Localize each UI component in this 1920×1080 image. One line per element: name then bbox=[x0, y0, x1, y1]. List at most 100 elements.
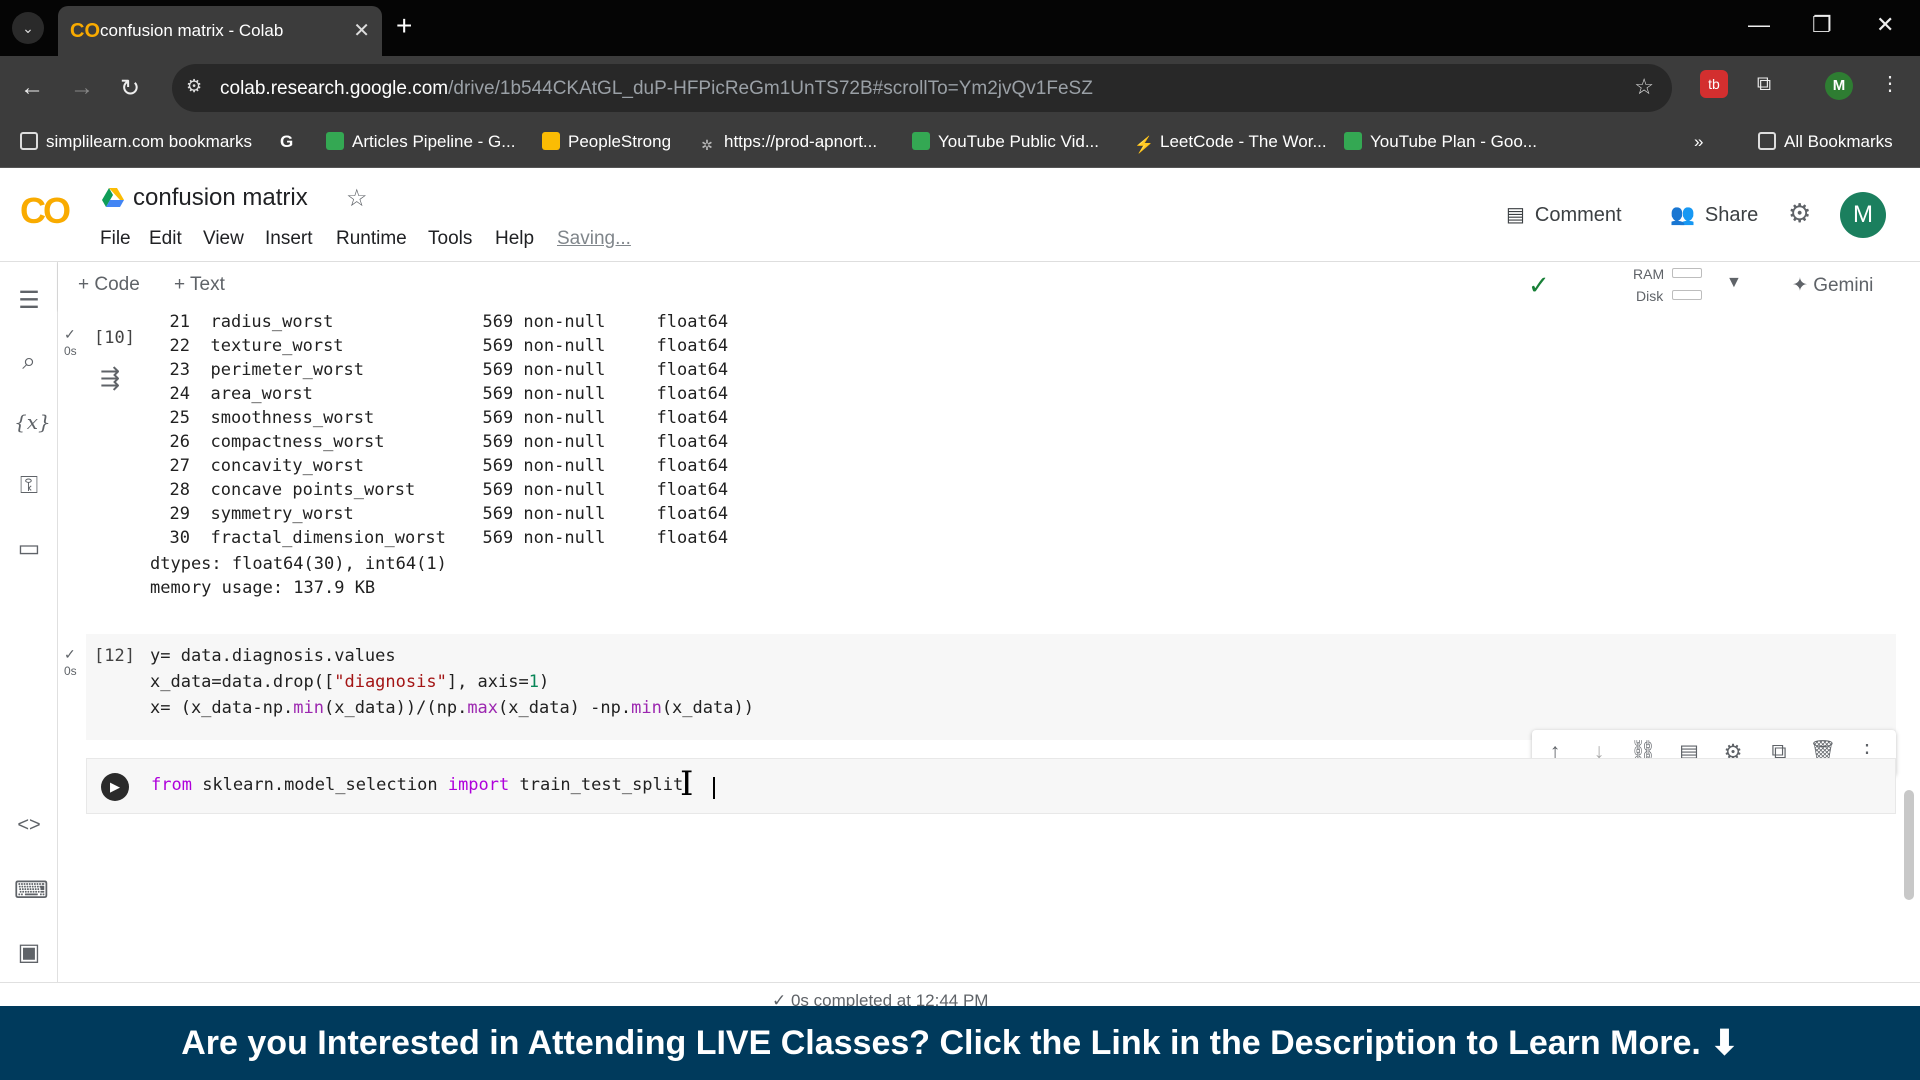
search-icon[interactable]: ⌕ bbox=[14, 348, 44, 376]
row-dtype: float64 bbox=[656, 432, 729, 452]
browser-profile-avatar[interactable]: M bbox=[1825, 72, 1853, 100]
row-column: fractal_dimension_worst bbox=[210, 528, 446, 548]
comment-button[interactable]: ▤ Comment bbox=[1506, 202, 1622, 227]
code-line: y= data.diagnosis.values bbox=[150, 646, 396, 666]
menu-help[interactable]: Help bbox=[495, 228, 534, 250]
minimize-icon[interactable]: — bbox=[1748, 12, 1770, 38]
all-bookmarks-label: All Bookmarks bbox=[1784, 132, 1893, 151]
connected-check-icon[interactable]: ✓ bbox=[1528, 270, 1550, 301]
url-input[interactable]: ⚙ colab.research.google.com/drive/1b544C… bbox=[172, 64, 1672, 112]
row-count: 569 non-null bbox=[482, 456, 606, 476]
reload-icon[interactable]: ↻ bbox=[120, 74, 140, 103]
browser-tab-bar: ⌄ CO confusion matrix - Colab ✕ + — ❐ ✕ bbox=[0, 0, 1920, 56]
folder-icon bbox=[1758, 132, 1776, 150]
url-path: /drive/1b544CKAtGL_duP-HFPicReGm1UnTS72B… bbox=[448, 78, 1093, 99]
bookmark-peoplestrong[interactable]: PeopleStrong bbox=[542, 132, 671, 152]
bookmark-prod-apnort[interactable]: ✲ https://prod-apnort... bbox=[698, 132, 877, 155]
code-token: max bbox=[467, 698, 499, 718]
table-of-contents-icon[interactable]: ☰ bbox=[14, 286, 44, 315]
output-row: 24 area_worst 569 non-null float64 bbox=[148, 384, 729, 404]
code-line[interactable]: from sklearn.model_selection import trai… bbox=[151, 775, 683, 795]
bookmark-star-icon[interactable]: ☆ bbox=[1634, 74, 1654, 100]
row-column: radius_worst bbox=[210, 312, 334, 332]
menu-tools[interactable]: Tools bbox=[428, 228, 472, 250]
people-icon: 👥 bbox=[1670, 204, 1695, 226]
site-info-icon[interactable]: ⚙ bbox=[186, 76, 202, 97]
menu-file[interactable]: File bbox=[100, 228, 131, 250]
menu-insert[interactable]: Insert bbox=[265, 228, 313, 250]
leetcode-icon: ⚡ bbox=[1134, 137, 1154, 154]
bookmark-simplilearn[interactable]: simplilearn.com bookmarks bbox=[20, 132, 252, 152]
code-cell-active[interactable]: ▶ from sklearn.model_selection import tr… bbox=[86, 758, 1896, 814]
text-caret bbox=[713, 777, 715, 799]
add-text-button[interactable]: + Text bbox=[174, 274, 225, 296]
code-token: train_test_split bbox=[509, 775, 684, 795]
more-bookmarks-icon[interactable]: » bbox=[1694, 132, 1703, 152]
row-count: 569 non-null bbox=[482, 360, 606, 380]
executed-check-icon: ✓ bbox=[64, 646, 76, 662]
back-icon[interactable]: ← bbox=[20, 74, 44, 102]
bookmark-articles-pipeline[interactable]: Articles Pipeline - G... bbox=[326, 132, 515, 152]
row-index: 21 bbox=[169, 312, 190, 332]
restore-icon[interactable]: ❐ bbox=[1812, 12, 1832, 38]
menu-view[interactable]: View bbox=[203, 228, 244, 250]
google-drive-icon bbox=[102, 188, 124, 207]
code-snippets-icon[interactable]: <> bbox=[14, 814, 44, 837]
code-cell-12[interactable]: [12] y= data.diagnosis.values x_data=dat… bbox=[86, 634, 1896, 740]
extensions-puzzle-icon[interactable]: ⧉ bbox=[1750, 70, 1778, 98]
all-bookmarks[interactable]: All Bookmarks bbox=[1758, 132, 1893, 152]
code-token: ) bbox=[538, 672, 550, 692]
output-row: 30 fractal_dimension_worst 569 non-null fl… bbox=[148, 528, 729, 548]
bookmark-leetcode[interactable]: ⚡ LeetCode - The Wor... bbox=[1134, 132, 1327, 154]
command-palette-icon[interactable]: ⌨ bbox=[14, 876, 49, 905]
row-column: concavity_worst bbox=[210, 456, 365, 476]
address-bar-row: ← → ↻ ⚙ colab.research.google.com/drive/… bbox=[0, 56, 1920, 120]
share-button[interactable]: 👥 Share bbox=[1670, 202, 1758, 227]
promo-banner[interactable]: Are you Interested in Attending LIVE Cla… bbox=[0, 1006, 1920, 1080]
tab-search-icon[interactable]: ⌄ bbox=[12, 12, 44, 44]
new-tab-icon[interactable]: + bbox=[396, 10, 412, 42]
output-actions-icon[interactable]: ⇶ bbox=[100, 364, 120, 393]
code-token: (x_data))/(np. bbox=[324, 698, 468, 718]
scrollbar[interactable] bbox=[1904, 790, 1914, 900]
gemini-button[interactable]: ✦ Gemini bbox=[1792, 274, 1873, 297]
colab-logo[interactable]: CO bbox=[20, 190, 71, 232]
bookmark-youtube-plan[interactable]: YouTube Plan - Goo... bbox=[1344, 132, 1537, 152]
row-index: 25 bbox=[169, 408, 190, 428]
browser-menu-icon[interactable]: ⋮ bbox=[1876, 70, 1904, 98]
extension-icon[interactable]: tb bbox=[1700, 70, 1728, 98]
run-cell-icon[interactable]: ▶ bbox=[101, 773, 129, 801]
saving-status[interactable]: Saving... bbox=[557, 228, 631, 250]
terminal-icon[interactable]: ▣ bbox=[14, 938, 44, 967]
bookmark-label: LeetCode - The Wor... bbox=[1160, 132, 1327, 151]
bookmark-youtube-public[interactable]: YouTube Public Vid... bbox=[912, 132, 1099, 152]
output-row: 27 concavity_worst 569 non-null float64 bbox=[148, 456, 729, 476]
forward-icon[interactable]: → bbox=[70, 74, 94, 102]
avatar[interactable]: M bbox=[1840, 192, 1886, 238]
resources-dropdown-icon[interactable]: ▼ bbox=[1726, 274, 1742, 292]
star-icon[interactable]: ☆ bbox=[346, 184, 368, 213]
secrets-key-icon[interactable]: ⚿ bbox=[14, 472, 44, 500]
add-code-button[interactable]: + Code bbox=[78, 274, 140, 296]
google-icon[interactable]: G bbox=[280, 132, 293, 152]
row-dtype: float64 bbox=[656, 336, 729, 356]
menu-runtime[interactable]: Runtime bbox=[336, 228, 407, 250]
row-count: 569 non-null bbox=[482, 336, 606, 356]
menu-edit[interactable]: Edit bbox=[149, 228, 182, 250]
settings-gear-icon[interactable]: ⚙ bbox=[1788, 198, 1811, 229]
window-close-icon[interactable]: ✕ bbox=[1876, 12, 1894, 38]
browser-tab-active[interactable]: CO confusion matrix - Colab ✕ bbox=[58, 6, 382, 56]
url-domain: colab.research.google.com bbox=[220, 78, 449, 99]
peoplestrong-icon bbox=[542, 132, 560, 150]
tab-close-icon[interactable]: ✕ bbox=[353, 18, 370, 43]
row-index: 27 bbox=[169, 456, 190, 476]
variables-icon[interactable]: {x} bbox=[14, 410, 51, 434]
notebook-title[interactable]: confusion matrix bbox=[133, 184, 308, 212]
ram-usage-bar bbox=[1672, 268, 1702, 278]
code-line: x_data=data.drop(["diagnosis"], axis=1) bbox=[150, 672, 549, 692]
exec-time: 0s bbox=[64, 664, 77, 678]
comment-label: Comment bbox=[1534, 204, 1622, 226]
row-count: 569 non-null bbox=[482, 384, 606, 404]
files-folder-icon[interactable]: ▭ bbox=[14, 534, 44, 563]
row-dtype: float64 bbox=[656, 312, 729, 332]
